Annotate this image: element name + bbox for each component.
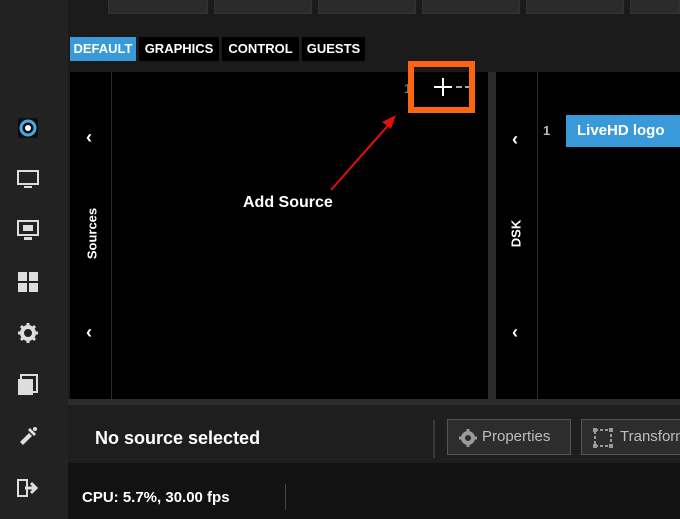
properties-button[interactable]: Properties <box>447 419 571 455</box>
cpu-status: CPU: 5.7%, 30.00 fps <box>82 489 230 506</box>
transform-icon <box>592 427 614 449</box>
transform-button[interactable]: Transform <box>581 419 680 455</box>
selection-status: No source selected <box>95 428 261 448</box>
add-source-annotation: Add Source <box>243 194 333 211</box>
properties-label: Properties <box>482 428 551 445</box>
bar-separator <box>433 420 435 458</box>
status-separator <box>285 484 286 510</box>
properties-gear-icon <box>458 427 478 447</box>
transform-label: Transform <box>620 428 680 445</box>
